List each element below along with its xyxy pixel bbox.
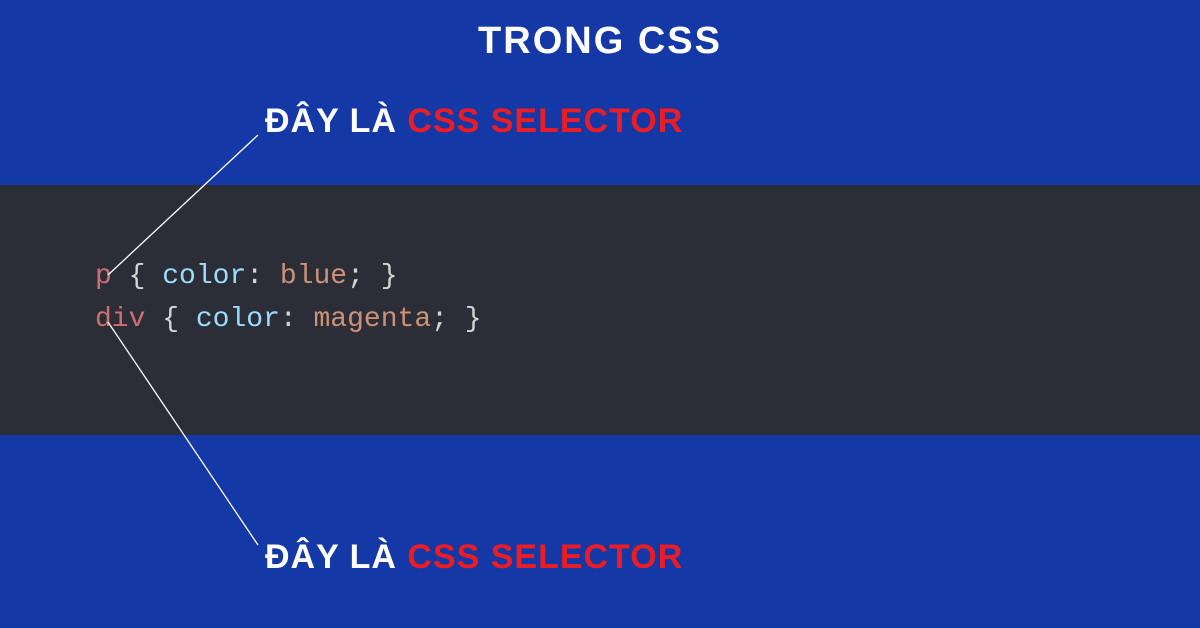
code-value-1: blue [280, 261, 347, 292]
code-value-2: magenta [314, 304, 432, 335]
annotation-top-prefix: ĐÂY LÀ [265, 102, 407, 140]
code-selector-1: p [95, 261, 112, 292]
code-prop-1: color [162, 261, 246, 292]
annotation-top: ĐÂY LÀ CSS SELECTOR [265, 102, 683, 141]
annotation-bottom: ĐÂY LÀ CSS SELECTOR [265, 538, 683, 577]
annotation-bottom-prefix: ĐÂY LÀ [265, 538, 407, 576]
code-selector-2: div [95, 304, 145, 335]
code-block: p { color: blue; } div { color: magenta;… [0, 185, 1200, 435]
code-line-1: p { color: blue; } [95, 255, 1200, 298]
code-prop-2: color [196, 304, 280, 335]
annotation-top-highlight: CSS SELECTOR [407, 102, 683, 140]
page-title: TRONG CSS [0, 0, 1200, 63]
code-line-2: div { color: magenta; } [95, 298, 1200, 341]
annotation-bottom-highlight: CSS SELECTOR [407, 538, 683, 576]
